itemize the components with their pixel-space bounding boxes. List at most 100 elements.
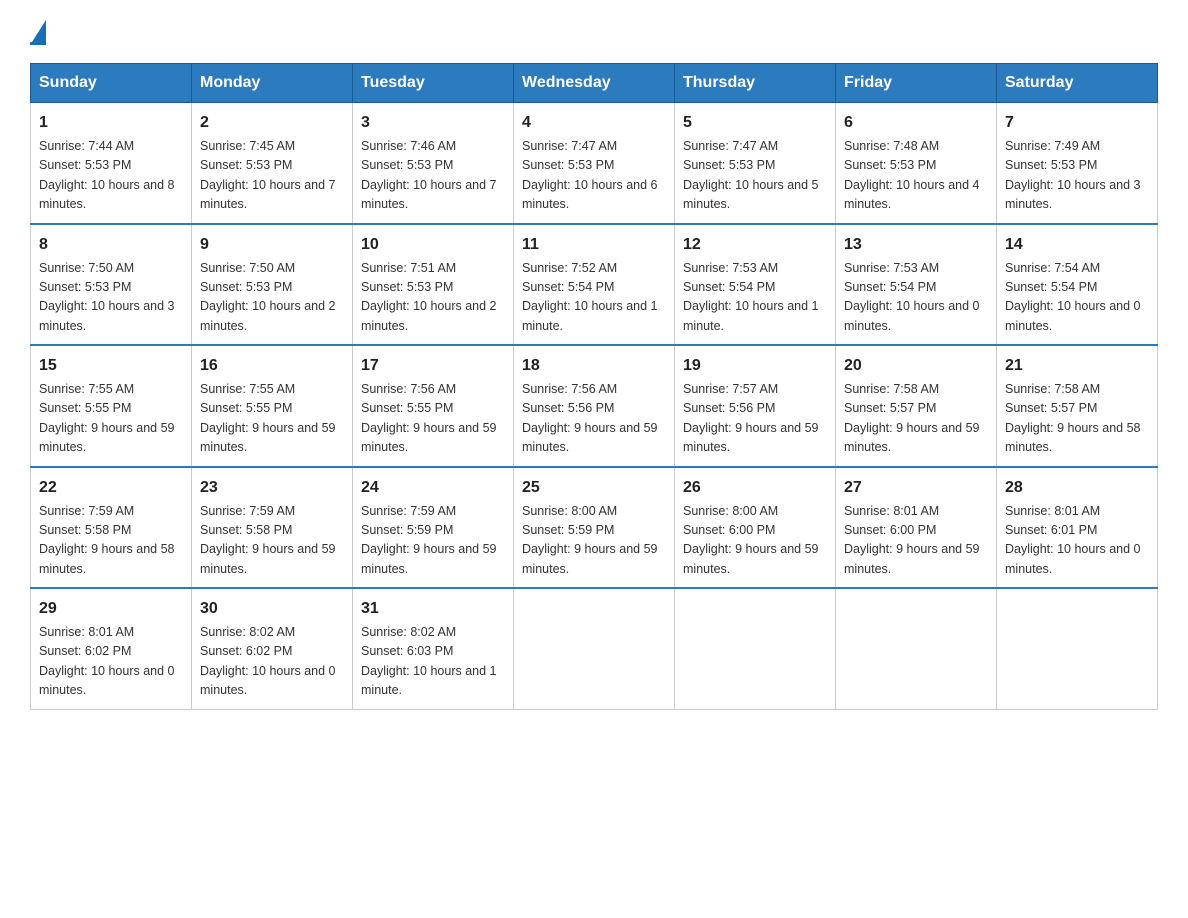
header-saturday: Saturday	[997, 64, 1158, 103]
calendar-cell: 9Sunrise: 7:50 AMSunset: 5:53 PMDaylight…	[192, 224, 353, 346]
calendar-cell: 28Sunrise: 8:01 AMSunset: 6:01 PMDayligh…	[997, 467, 1158, 589]
day-number: 7	[1005, 111, 1149, 135]
day-number: 28	[1005, 476, 1149, 500]
day-number: 27	[844, 476, 988, 500]
day-info: Sunrise: 7:59 AMSunset: 5:59 PMDaylight:…	[361, 502, 505, 580]
day-number: 23	[200, 476, 344, 500]
day-number: 10	[361, 233, 505, 257]
day-number: 30	[200, 597, 344, 621]
day-number: 31	[361, 597, 505, 621]
day-info: Sunrise: 7:50 AMSunset: 5:53 PMDaylight:…	[200, 259, 344, 337]
logo-underline	[30, 42, 46, 45]
day-number: 5	[683, 111, 827, 135]
day-number: 21	[1005, 354, 1149, 378]
week-row-1: 1Sunrise: 7:44 AMSunset: 5:53 PMDaylight…	[31, 103, 1158, 224]
calendar-cell: 22Sunrise: 7:59 AMSunset: 5:58 PMDayligh…	[31, 467, 192, 589]
calendar-cell: 24Sunrise: 7:59 AMSunset: 5:59 PMDayligh…	[353, 467, 514, 589]
day-number: 25	[522, 476, 666, 500]
day-number: 4	[522, 111, 666, 135]
calendar-cell	[675, 588, 836, 709]
day-number: 13	[844, 233, 988, 257]
day-number: 20	[844, 354, 988, 378]
day-number: 26	[683, 476, 827, 500]
day-info: Sunrise: 7:47 AMSunset: 5:53 PMDaylight:…	[522, 137, 666, 215]
header-thursday: Thursday	[675, 64, 836, 103]
day-info: Sunrise: 7:59 AMSunset: 5:58 PMDaylight:…	[39, 502, 183, 580]
header-monday: Monday	[192, 64, 353, 103]
week-row-2: 8Sunrise: 7:50 AMSunset: 5:53 PMDaylight…	[31, 224, 1158, 346]
week-row-3: 15Sunrise: 7:55 AMSunset: 5:55 PMDayligh…	[31, 345, 1158, 467]
day-info: Sunrise: 7:48 AMSunset: 5:53 PMDaylight:…	[844, 137, 988, 215]
calendar-cell: 29Sunrise: 8:01 AMSunset: 6:02 PMDayligh…	[31, 588, 192, 709]
header-sunday: Sunday	[31, 64, 192, 103]
day-number: 1	[39, 111, 183, 135]
calendar-cell: 1Sunrise: 7:44 AMSunset: 5:53 PMDaylight…	[31, 103, 192, 224]
day-info: Sunrise: 7:46 AMSunset: 5:53 PMDaylight:…	[361, 137, 505, 215]
calendar-cell: 27Sunrise: 8:01 AMSunset: 6:00 PMDayligh…	[836, 467, 997, 589]
calendar-cell	[514, 588, 675, 709]
calendar-cell: 15Sunrise: 7:55 AMSunset: 5:55 PMDayligh…	[31, 345, 192, 467]
calendar-cell: 14Sunrise: 7:54 AMSunset: 5:54 PMDayligh…	[997, 224, 1158, 346]
day-info: Sunrise: 7:50 AMSunset: 5:53 PMDaylight:…	[39, 259, 183, 337]
calendar-cell: 5Sunrise: 7:47 AMSunset: 5:53 PMDaylight…	[675, 103, 836, 224]
calendar-cell: 23Sunrise: 7:59 AMSunset: 5:58 PMDayligh…	[192, 467, 353, 589]
day-info: Sunrise: 7:45 AMSunset: 5:53 PMDaylight:…	[200, 137, 344, 215]
day-info: Sunrise: 7:53 AMSunset: 5:54 PMDaylight:…	[683, 259, 827, 337]
calendar-cell: 3Sunrise: 7:46 AMSunset: 5:53 PMDaylight…	[353, 103, 514, 224]
day-info: Sunrise: 8:01 AMSunset: 6:00 PMDaylight:…	[844, 502, 988, 580]
calendar-cell: 20Sunrise: 7:58 AMSunset: 5:57 PMDayligh…	[836, 345, 997, 467]
day-info: Sunrise: 7:55 AMSunset: 5:55 PMDaylight:…	[39, 380, 183, 458]
day-info: Sunrise: 7:44 AMSunset: 5:53 PMDaylight:…	[39, 137, 183, 215]
calendar-cell: 17Sunrise: 7:56 AMSunset: 5:55 PMDayligh…	[353, 345, 514, 467]
calendar-table: SundayMondayTuesdayWednesdayThursdayFrid…	[30, 63, 1158, 710]
calendar-cell: 8Sunrise: 7:50 AMSunset: 5:53 PMDaylight…	[31, 224, 192, 346]
day-info: Sunrise: 8:02 AMSunset: 6:03 PMDaylight:…	[361, 623, 505, 701]
calendar-cell: 4Sunrise: 7:47 AMSunset: 5:53 PMDaylight…	[514, 103, 675, 224]
calendar-cell: 21Sunrise: 7:58 AMSunset: 5:57 PMDayligh…	[997, 345, 1158, 467]
day-number: 22	[39, 476, 183, 500]
day-info: Sunrise: 7:54 AMSunset: 5:54 PMDaylight:…	[1005, 259, 1149, 337]
day-info: Sunrise: 8:01 AMSunset: 6:01 PMDaylight:…	[1005, 502, 1149, 580]
day-number: 24	[361, 476, 505, 500]
day-info: Sunrise: 7:57 AMSunset: 5:56 PMDaylight:…	[683, 380, 827, 458]
day-info: Sunrise: 7:47 AMSunset: 5:53 PMDaylight:…	[683, 137, 827, 215]
header-tuesday: Tuesday	[353, 64, 514, 103]
day-info: Sunrise: 7:51 AMSunset: 5:53 PMDaylight:…	[361, 259, 505, 337]
calendar-cell: 25Sunrise: 8:00 AMSunset: 5:59 PMDayligh…	[514, 467, 675, 589]
calendar-body: 1Sunrise: 7:44 AMSunset: 5:53 PMDaylight…	[31, 103, 1158, 710]
week-row-4: 22Sunrise: 7:59 AMSunset: 5:58 PMDayligh…	[31, 467, 1158, 589]
page-header	[30, 20, 1158, 45]
day-info: Sunrise: 8:02 AMSunset: 6:02 PMDaylight:…	[200, 623, 344, 701]
calendar-cell: 11Sunrise: 7:52 AMSunset: 5:54 PMDayligh…	[514, 224, 675, 346]
day-number: 16	[200, 354, 344, 378]
day-number: 18	[522, 354, 666, 378]
day-info: Sunrise: 7:49 AMSunset: 5:53 PMDaylight:…	[1005, 137, 1149, 215]
header-wednesday: Wednesday	[514, 64, 675, 103]
day-number: 29	[39, 597, 183, 621]
day-number: 6	[844, 111, 988, 135]
calendar-cell: 2Sunrise: 7:45 AMSunset: 5:53 PMDaylight…	[192, 103, 353, 224]
calendar-cell: 30Sunrise: 8:02 AMSunset: 6:02 PMDayligh…	[192, 588, 353, 709]
day-info: Sunrise: 7:55 AMSunset: 5:55 PMDaylight:…	[200, 380, 344, 458]
day-number: 9	[200, 233, 344, 257]
calendar-cell: 10Sunrise: 7:51 AMSunset: 5:53 PMDayligh…	[353, 224, 514, 346]
calendar-cell: 6Sunrise: 7:48 AMSunset: 5:53 PMDaylight…	[836, 103, 997, 224]
calendar-cell	[997, 588, 1158, 709]
calendar-cell: 18Sunrise: 7:56 AMSunset: 5:56 PMDayligh…	[514, 345, 675, 467]
calendar-cell: 19Sunrise: 7:57 AMSunset: 5:56 PMDayligh…	[675, 345, 836, 467]
day-number: 11	[522, 233, 666, 257]
calendar-cell: 7Sunrise: 7:49 AMSunset: 5:53 PMDaylight…	[997, 103, 1158, 224]
calendar-cell: 26Sunrise: 8:00 AMSunset: 6:00 PMDayligh…	[675, 467, 836, 589]
day-number: 3	[361, 111, 505, 135]
calendar-cell: 12Sunrise: 7:53 AMSunset: 5:54 PMDayligh…	[675, 224, 836, 346]
header-friday: Friday	[836, 64, 997, 103]
day-number: 2	[200, 111, 344, 135]
calendar-cell: 16Sunrise: 7:55 AMSunset: 5:55 PMDayligh…	[192, 345, 353, 467]
day-number: 19	[683, 354, 827, 378]
week-row-5: 29Sunrise: 8:01 AMSunset: 6:02 PMDayligh…	[31, 588, 1158, 709]
header-row: SundayMondayTuesdayWednesdayThursdayFrid…	[31, 64, 1158, 103]
calendar-cell	[836, 588, 997, 709]
day-info: Sunrise: 7:59 AMSunset: 5:58 PMDaylight:…	[200, 502, 344, 580]
calendar-cell: 13Sunrise: 7:53 AMSunset: 5:54 PMDayligh…	[836, 224, 997, 346]
day-info: Sunrise: 7:53 AMSunset: 5:54 PMDaylight:…	[844, 259, 988, 337]
